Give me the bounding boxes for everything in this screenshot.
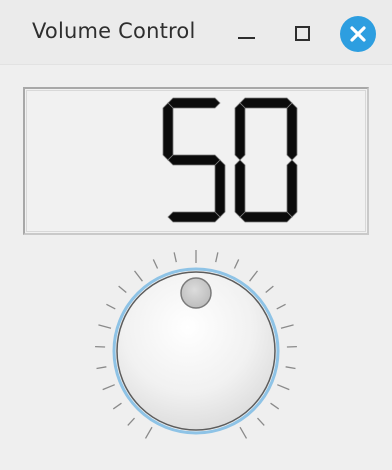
dial-notch <box>285 366 296 370</box>
lcd-segment <box>286 102 298 161</box>
lcd-segment <box>167 97 221 109</box>
dial-notch <box>257 417 265 426</box>
dial-notch <box>118 285 127 294</box>
dial-notch <box>270 402 280 410</box>
dial-notch <box>106 303 116 310</box>
lcd-digit <box>234 97 298 223</box>
dial-notch <box>215 252 219 263</box>
window-title: Volume Control <box>32 19 196 43</box>
close-icon <box>350 26 366 42</box>
volume-dial-graphic[interactable] <box>86 240 306 460</box>
lcd-segment <box>234 159 246 218</box>
lcd-segment <box>234 102 246 161</box>
minimize-button[interactable] <box>228 16 264 52</box>
dial-notch <box>277 384 290 391</box>
lcd-segment <box>286 159 298 218</box>
lcd-segment <box>167 211 221 223</box>
maximize-button[interactable] <box>284 16 320 52</box>
lcd-segment <box>167 154 221 166</box>
lcd-segment <box>239 211 293 223</box>
lcd-segment <box>162 102 174 161</box>
dial-notch <box>112 402 122 410</box>
close-button[interactable] <box>340 16 376 52</box>
lcd-segment <box>239 97 293 109</box>
dial-notch <box>280 324 294 329</box>
lcd-display: 50 <box>23 87 369 235</box>
dial-notch <box>233 259 240 269</box>
dial-indicator-dot <box>180 277 212 309</box>
dial-notch <box>96 366 107 370</box>
dial-notch <box>239 426 248 439</box>
dial-notch <box>127 417 135 426</box>
dial-notch <box>98 324 112 329</box>
dial-notch <box>173 252 177 263</box>
dial-notch <box>249 270 258 282</box>
lcd-digit <box>162 97 226 223</box>
title-bar[interactable]: Volume Control <box>0 0 392 65</box>
volume-dial[interactable]: 50 <box>86 240 306 460</box>
dial-notch <box>144 426 153 439</box>
dial-notch <box>265 285 274 294</box>
dial-notch <box>134 270 143 282</box>
dial-notch <box>152 259 159 269</box>
lcd-segment <box>214 159 226 218</box>
dial-notch <box>276 303 286 310</box>
lcd-digits <box>162 97 298 223</box>
dial-notch <box>102 384 115 391</box>
